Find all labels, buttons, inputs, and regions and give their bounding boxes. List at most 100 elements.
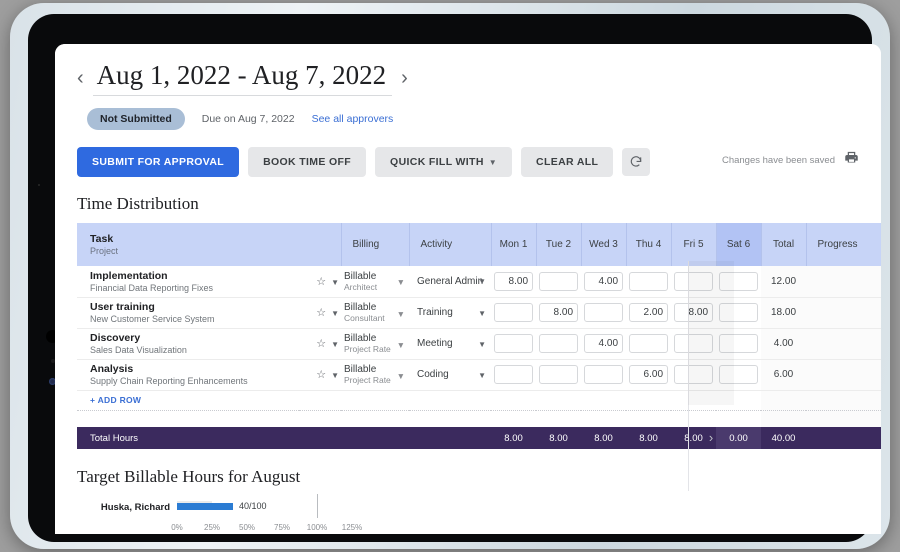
star-outline-icon[interactable]: ☆ <box>316 276 326 288</box>
book-time-off-button[interactable]: BOOK TIME OFF <box>248 147 367 177</box>
hours-cell-tue[interactable] <box>536 359 582 391</box>
hours-cell-mon[interactable] <box>491 359 537 391</box>
hours-cell-sat[interactable] <box>716 266 762 298</box>
hours-cell-thu[interactable]: 2.00 <box>626 297 672 329</box>
hours-cell-thu[interactable] <box>626 328 672 360</box>
project-name: Financial Data Reporting Fixes <box>90 282 214 293</box>
billing-cell[interactable]: Billable Project Rate ▼ <box>341 328 410 360</box>
hours-cell-fri[interactable] <box>671 266 717 298</box>
clear-all-button[interactable]: CLEAR ALL <box>521 147 614 177</box>
task-cell[interactable]: User training New Customer Service Syste… <box>77 297 299 329</box>
hours-input[interactable]: 6.00 <box>629 365 669 384</box>
hours-input[interactable] <box>674 271 714 291</box>
chevron-down-icon[interactable]: ▼ <box>397 309 405 319</box>
hours-cell-sat[interactable] <box>716 359 762 391</box>
printer-icon[interactable] <box>844 150 859 170</box>
hours-input[interactable] <box>674 334 714 353</box>
hours-cell-wed[interactable] <box>581 297 627 329</box>
hours-input[interactable] <box>539 365 579 384</box>
hours-input[interactable] <box>719 303 759 322</box>
task-cell[interactable]: Analysis Supply Chain Reporting Enhancem… <box>77 359 299 391</box>
star-outline-icon[interactable]: ☆ <box>316 338 326 350</box>
activity-cell[interactable]: General Admin ▼ <box>409 266 492 298</box>
hours-cell-mon[interactable] <box>491 328 537 360</box>
chevron-down-icon[interactable]: ▼ <box>331 340 339 349</box>
chevron-down-icon[interactable]: ▼ <box>331 278 339 287</box>
timesheet-page: ‹ Aug 1, 2022 - Aug 7, 2022 › Not Submit… <box>55 44 881 534</box>
hours-cell-wed[interactable]: 4.00 <box>581 266 627 298</box>
blank-left <box>77 410 761 427</box>
progress-cell: ⋮ <box>806 359 881 391</box>
hours-cell-tue[interactable] <box>536 328 582 360</box>
hours-input[interactable]: 4.00 <box>584 271 624 291</box>
hours-input[interactable] <box>494 303 534 322</box>
page-title: Aug 1, 2022 - Aug 7, 2022 <box>92 60 393 96</box>
hours-cell-thu[interactable]: 6.00 <box>626 359 672 391</box>
task-cell[interactable]: Implementation Financial Data Reporting … <box>77 266 299 298</box>
row-total: 6.00 <box>761 359 807 391</box>
column-header-mon: Mon 1 <box>491 223 537 266</box>
quick-fill-with-button[interactable]: QUICK FILL WITH ▼ <box>375 147 513 177</box>
hours-input[interactable] <box>674 365 714 384</box>
hours-input[interactable] <box>494 334 534 353</box>
chevron-down-icon[interactable]: ▼ <box>331 309 339 318</box>
chevron-down-icon[interactable]: ▼ <box>478 340 486 349</box>
activity-cell[interactable]: Training ▼ <box>409 297 492 329</box>
chevron-down-icon[interactable]: ▼ <box>331 371 339 380</box>
hours-cell-tue[interactable]: 8.00 <box>536 297 582 329</box>
hours-input[interactable] <box>629 334 669 353</box>
hours-input[interactable] <box>719 334 759 353</box>
total-hours-mon: 8.00 <box>491 427 537 449</box>
submit-for-approval-button[interactable]: SUBMIT FOR APPROVAL <box>77 147 240 177</box>
chevron-down-icon[interactable]: ▼ <box>397 277 405 287</box>
chevron-left-icon[interactable]: ‹ <box>77 68 84 88</box>
hours-cell-fri[interactable] <box>671 328 717 360</box>
table-row: Implementation Financial Data Reporting … <box>77 266 881 298</box>
hours-cell-wed[interactable]: 4.00 <box>581 328 627 360</box>
hours-input[interactable] <box>584 303 624 322</box>
task-cell[interactable]: Discovery Sales Data Visualization <box>77 328 299 360</box>
hours-input[interactable] <box>629 271 669 291</box>
see-all-approvers-link[interactable]: See all approvers <box>312 113 394 125</box>
activity-cell[interactable]: Coding ▼ <box>409 359 492 391</box>
hours-cell-thu[interactable] <box>626 266 672 298</box>
chevron-down-icon[interactable]: ▼ <box>478 371 486 380</box>
add-row-button[interactable]: + ADD ROW <box>77 390 762 411</box>
billing-cell[interactable]: Billable Project Rate ▼ <box>341 359 410 391</box>
billing-cell[interactable]: Billable Architect ▼ <box>341 266 410 298</box>
column-header-task: Task Project <box>77 223 342 266</box>
hours-cell-tue[interactable] <box>536 266 582 298</box>
chart-bar-track: 40/100 <box>177 494 352 518</box>
hours-cell-fri[interactable]: 8.00 <box>671 297 717 329</box>
chevron-down-icon[interactable]: ▼ <box>397 340 405 350</box>
hours-input[interactable] <box>719 365 759 384</box>
hours-input[interactable] <box>719 271 759 291</box>
hours-cell-mon[interactable]: 8.00 <box>491 266 537 298</box>
hours-cell-fri[interactable] <box>671 359 717 391</box>
hours-input[interactable] <box>539 334 579 353</box>
star-outline-icon[interactable]: ☆ <box>316 369 326 381</box>
hours-input[interactable] <box>494 365 534 384</box>
chart-x-tick: 75% <box>273 523 291 532</box>
hours-input[interactable]: 8.00 <box>539 303 579 322</box>
refresh-icon[interactable] <box>622 148 651 176</box>
blank-total <box>761 410 807 427</box>
hours-input[interactable]: 4.00 <box>584 334 624 353</box>
chevron-down-icon[interactable]: ▼ <box>478 277 486 286</box>
hours-input[interactable] <box>584 365 624 384</box>
hours-input[interactable]: 8.00 <box>674 303 714 322</box>
activity-cell[interactable]: Meeting ▼ <box>409 328 492 360</box>
quick-fill-label: QUICK FILL WITH <box>390 156 484 168</box>
hours-input[interactable]: 8.00 <box>494 271 534 291</box>
hours-cell-mon[interactable] <box>491 297 537 329</box>
hours-cell-sat[interactable] <box>716 328 762 360</box>
hours-input[interactable]: 2.00 <box>629 303 669 322</box>
star-outline-icon[interactable]: ☆ <box>316 307 326 319</box>
billing-cell[interactable]: Billable Consultant ▼ <box>341 297 410 329</box>
chevron-down-icon[interactable]: ▼ <box>478 309 486 318</box>
hours-cell-sat[interactable] <box>716 297 762 329</box>
chevron-down-icon[interactable]: ▼ <box>397 371 405 381</box>
hours-cell-wed[interactable] <box>581 359 627 391</box>
chevron-right-icon[interactable]: › <box>401 68 408 88</box>
hours-input[interactable] <box>539 271 579 291</box>
